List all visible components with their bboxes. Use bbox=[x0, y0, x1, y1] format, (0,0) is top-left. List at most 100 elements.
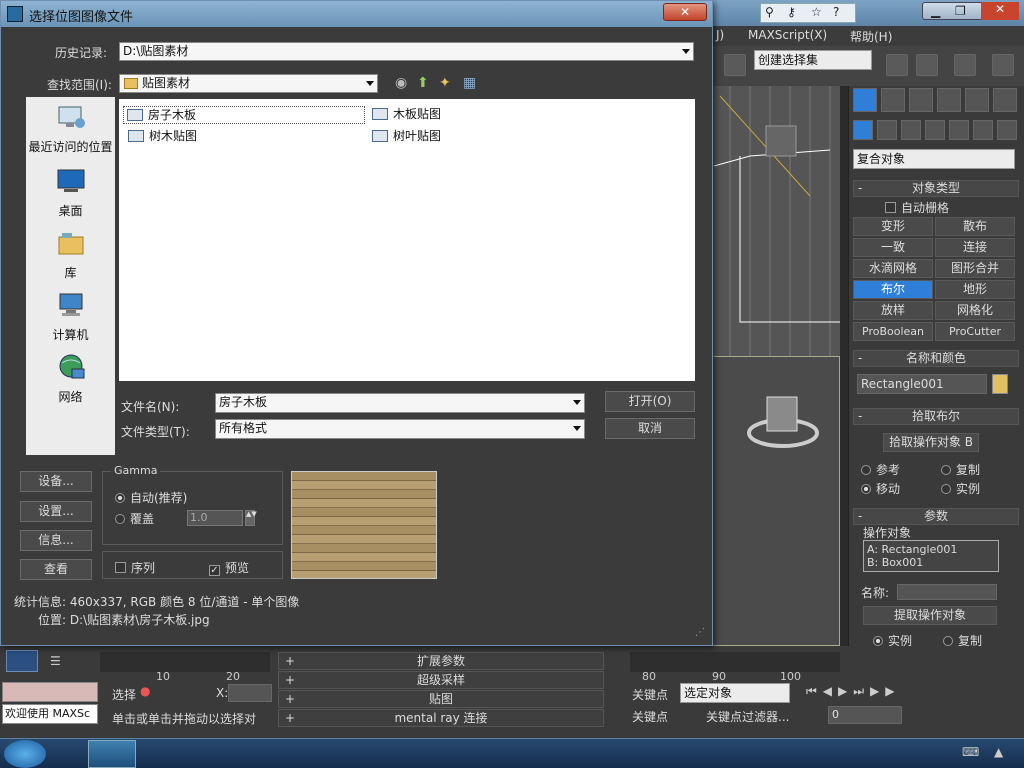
playback-controls[interactable]: ⏮◀▶⏭▶▶ bbox=[806, 684, 1020, 702]
gamma-override-value[interactable]: 1.0 bbox=[187, 510, 243, 526]
scatter-button[interactable]: 散布 bbox=[935, 217, 1015, 236]
back-icon[interactable]: ◉ bbox=[395, 75, 407, 91]
utilities-tab-icon[interactable] bbox=[993, 88, 1017, 112]
object-name-field[interactable]: Rectangle001 bbox=[857, 374, 987, 394]
keyboard-icon[interactable]: ⌨ bbox=[962, 745, 979, 759]
motion-tab-icon[interactable] bbox=[937, 88, 961, 112]
track-view-icon[interactable]: ☰ bbox=[50, 654, 72, 672]
info-button[interactable]: 信息... bbox=[20, 530, 92, 551]
cameras-icon[interactable] bbox=[925, 120, 945, 140]
category-dropdown[interactable]: 复合对象 bbox=[853, 149, 1015, 169]
3dsmax-taskbar-icon[interactable] bbox=[88, 740, 136, 768]
conform-button[interactable]: 一致 bbox=[853, 238, 933, 257]
rollout-extended-params[interactable]: + 扩展参数 bbox=[278, 652, 604, 670]
object-type-rollout[interactable]: - 对象类型 bbox=[853, 180, 1019, 197]
viewport-perspective[interactable] bbox=[710, 356, 840, 646]
extract-operand-button[interactable]: 提取操作对象 bbox=[863, 606, 997, 625]
place-recent[interactable]: 最近访问的位置 bbox=[26, 103, 115, 155]
abc-icon[interactable] bbox=[724, 54, 746, 76]
create-tab-icon[interactable] bbox=[853, 88, 877, 112]
file-list[interactable]: 房子木板 木板贴图 树木贴图 树叶贴图 bbox=[119, 99, 695, 381]
operand-item[interactable]: A: Rectangle001 bbox=[867, 543, 995, 556]
sequence-checkbox[interactable]: 序列 bbox=[115, 559, 155, 576]
dialog-titlebar[interactable]: 选择位图图像文件 ✕ bbox=[1, 1, 712, 27]
lookin-dropdown[interactable]: 贴图素材 bbox=[119, 74, 378, 93]
object-color-swatch[interactable] bbox=[992, 374, 1008, 394]
binoculars-icon[interactable]: ⚲ bbox=[765, 5, 774, 19]
systems-icon[interactable] bbox=[997, 120, 1017, 140]
file-item[interactable]: 木板贴图 bbox=[369, 106, 441, 124]
file-item[interactable]: 房子木板 bbox=[123, 106, 365, 124]
move-radio[interactable]: 移动 bbox=[861, 480, 900, 497]
key-icon[interactable]: ⚷ bbox=[787, 5, 796, 19]
loft-button[interactable]: 放样 bbox=[853, 301, 933, 320]
menu-item-help[interactable]: 帮助(H) bbox=[850, 28, 892, 45]
parameters-rollout[interactable]: - 参数 bbox=[853, 508, 1019, 525]
helpers-icon[interactable] bbox=[949, 120, 969, 140]
blobmesh-button[interactable]: 水滴网格 bbox=[853, 259, 933, 278]
history-dropdown[interactable]: D:\贴图素材 bbox=[119, 42, 694, 61]
pick-boolean-rollout[interactable]: - 拾取布尔 bbox=[853, 408, 1019, 425]
maxscript-mini-listener[interactable] bbox=[2, 682, 98, 702]
gamma-auto-radio[interactable]: 自动(推荐) bbox=[115, 489, 187, 506]
modify-tab-icon[interactable] bbox=[881, 88, 905, 112]
filename-input[interactable]: 房子木板 bbox=[215, 393, 585, 413]
lights-icon[interactable] bbox=[901, 120, 921, 140]
proboolean-button[interactable]: ProBoolean bbox=[853, 322, 933, 341]
frame-field[interactable]: 0 bbox=[828, 706, 902, 724]
setup-button[interactable]: 设置... bbox=[20, 501, 92, 522]
set-key-label[interactable]: 关键点 bbox=[632, 708, 668, 725]
spacewarps-icon[interactable] bbox=[973, 120, 993, 140]
minimize-icon[interactable]: ▁ bbox=[931, 4, 940, 18]
selected-object-dropdown[interactable]: 选定对象 bbox=[680, 683, 790, 703]
tray-arrow-icon[interactable]: ▲ bbox=[994, 745, 1003, 759]
app-close-icon[interactable]: ✕ bbox=[981, 2, 1019, 20]
gamma-spinner-icon[interactable]: ▲▼ bbox=[245, 510, 257, 526]
boolean-button[interactable]: 布尔 bbox=[853, 280, 933, 299]
auto-key-label[interactable]: 关键点 bbox=[632, 686, 668, 703]
up-folder-icon[interactable]: ⬆ bbox=[417, 75, 429, 91]
preview-checkbox[interactable]: ✓ 预览 bbox=[209, 559, 249, 576]
display-tab-icon[interactable] bbox=[965, 88, 989, 112]
reference-radio[interactable]: 参考 bbox=[861, 461, 900, 478]
filetype-dropdown[interactable]: 所有格式 bbox=[215, 419, 585, 439]
hierarchy-tab-icon[interactable] bbox=[909, 88, 933, 112]
dialog-close-button[interactable]: ✕ bbox=[663, 3, 707, 21]
operand-name-field[interactable] bbox=[897, 584, 997, 600]
timeline-ruler-right[interactable]: 80 90 100 bbox=[630, 652, 840, 683]
key-filters-button[interactable]: 关键点过滤器... bbox=[706, 708, 789, 725]
cancel-button[interactable]: 取消 bbox=[605, 418, 695, 439]
shapemerge-button[interactable]: 图形合并 bbox=[935, 259, 1015, 278]
file-item[interactable]: 树叶贴图 bbox=[369, 128, 441, 146]
procutter-button[interactable]: ProCutter bbox=[935, 322, 1015, 341]
menu-item-partial[interactable]: J) bbox=[716, 28, 724, 42]
place-network[interactable]: 网络 bbox=[26, 353, 115, 405]
view-button[interactable]: 查看 bbox=[20, 559, 92, 580]
geometry-icon[interactable] bbox=[853, 120, 873, 140]
viewport-layout-icon[interactable] bbox=[6, 650, 38, 672]
x-coordinate-field[interactable] bbox=[228, 684, 272, 702]
timeline-ruler[interactable]: 10 20 bbox=[100, 652, 270, 683]
star-icon[interactable]: ☆ bbox=[811, 5, 822, 19]
gamma-override-radio[interactable]: 覆盖 bbox=[115, 510, 154, 527]
file-item[interactable]: 树木贴图 bbox=[125, 128, 197, 146]
name-color-rollout[interactable]: - 名称和颜色 bbox=[853, 350, 1019, 367]
align-icon[interactable] bbox=[916, 54, 938, 76]
view-menu-icon[interactable]: ▦ bbox=[463, 75, 476, 91]
rollout-maps[interactable]: + 贴图 bbox=[278, 690, 604, 708]
lock-icon[interactable]: ● bbox=[140, 684, 150, 698]
connect-button[interactable]: 连接 bbox=[935, 238, 1015, 257]
pick-operand-b-button[interactable]: 拾取操作对象 B bbox=[883, 433, 979, 452]
mesher-button[interactable]: 网格化 bbox=[935, 301, 1015, 320]
copy-radio[interactable]: 复制 bbox=[941, 461, 980, 478]
devices-button[interactable]: 设备... bbox=[20, 471, 92, 492]
autogrid-checkbox[interactable]: 自动栅格 bbox=[885, 199, 949, 216]
morph-button[interactable]: 变形 bbox=[853, 217, 933, 236]
shapes-icon[interactable] bbox=[877, 120, 897, 140]
operands-list[interactable]: A: Rectangle001 B: Box001 bbox=[863, 540, 999, 572]
terrain-button[interactable]: 地形 bbox=[935, 280, 1015, 299]
place-desktop[interactable]: 桌面 bbox=[26, 167, 115, 219]
place-libraries[interactable]: 库 bbox=[26, 229, 115, 281]
rollout-supersampling[interactable]: + 超级采样 bbox=[278, 671, 604, 689]
restore-icon[interactable]: ❐ bbox=[955, 4, 966, 18]
